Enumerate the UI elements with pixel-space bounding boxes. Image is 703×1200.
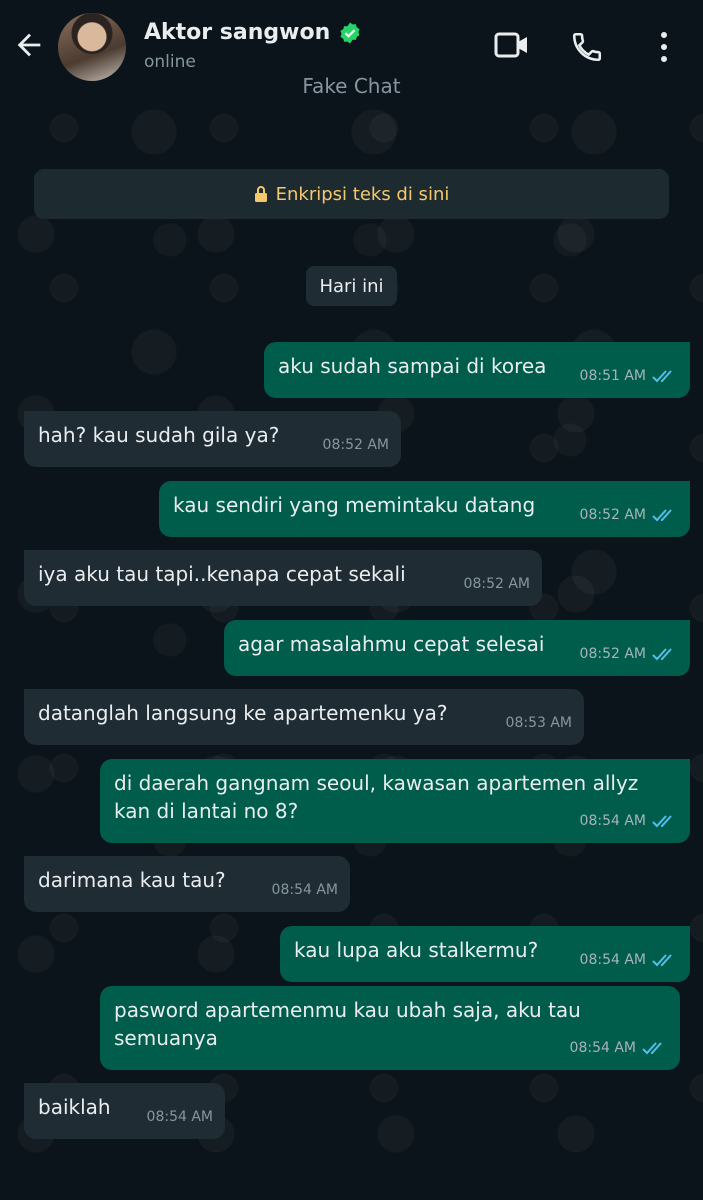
contact-status: online [144, 52, 196, 72]
message-meta: 08:51 AM [580, 362, 678, 390]
message-text: kau lupa aku stalkermu? [294, 938, 539, 962]
read-receipt-icon [642, 1042, 662, 1055]
verified-badge-icon [340, 22, 360, 43]
message-bubble-incoming[interactable]: hah? kau sudah gila ya? 08:52 AM [24, 411, 401, 467]
message-meta: 08:54 AM [580, 946, 678, 974]
message-text: darimana kau tau? [38, 868, 226, 892]
phone-call-icon[interactable] [570, 30, 604, 64]
message-meta: 08:54 AM [147, 1103, 213, 1131]
message-bubble-incoming[interactable]: baiklah 08:54 AM [24, 1083, 225, 1139]
message-time: 08:51 AM [579, 368, 646, 384]
read-receipt-icon [652, 954, 672, 967]
message-bubble-outgoing[interactable]: kau sendiri yang memintaku datang 08:52 … [159, 481, 690, 537]
message-bubble-outgoing[interactable]: pasword apartemenmu kau ubah saja, aku t… [100, 986, 680, 1070]
message-time: 08:52 AM [322, 437, 389, 453]
date-divider: Hari ini [306, 266, 397, 306]
message-meta: 08:52 AM [580, 501, 678, 529]
message-text: iya aku tau tapi..kenapa cepat sekali [38, 562, 406, 586]
lock-icon [254, 186, 267, 202]
message-meta: 08:52 AM [580, 640, 678, 668]
message-text: datanglah langsung ke apartemenku ya? [38, 701, 448, 725]
message-time: 08:53 AM [505, 715, 572, 731]
message-bubble-incoming[interactable]: datanglah langsung ke apartemenku ya? 08… [24, 689, 584, 745]
message-meta: 08:52 AM [464, 570, 530, 598]
message-bubble-incoming[interactable]: darimana kau tau? 08:54 AM [24, 856, 350, 912]
read-receipt-icon [652, 815, 672, 828]
encryption-text: Enkripsi teks di sini [275, 183, 450, 205]
encryption-notice[interactable]: Enkripsi teks di sini [34, 169, 669, 219]
contact-avatar[interactable] [58, 13, 126, 81]
message-text: baiklah [38, 1095, 111, 1119]
contact-name-row[interactable]: Aktor sangwon [144, 20, 362, 45]
contact-name: Aktor sangwon [144, 20, 331, 45]
read-receipt-icon [652, 370, 672, 383]
message-meta: 08:53 AM [506, 709, 572, 737]
message-time: 08:54 AM [569, 1040, 636, 1056]
message-text: agar masalahmu cepat selesai [238, 632, 545, 656]
message-time: 08:54 AM [579, 952, 646, 968]
more-options-icon[interactable] [657, 30, 671, 64]
message-text: kau sendiri yang memintaku datang [173, 493, 536, 517]
message-bubble-outgoing[interactable]: agar masalahmu cepat selesai 08:52 AM [224, 620, 690, 676]
video-call-icon[interactable] [494, 30, 530, 60]
message-meta: 08:54 AM [570, 1034, 668, 1062]
message-text: pasword apartemenmu kau ubah saja, aku t… [114, 998, 581, 1050]
message-time: 08:52 AM [579, 646, 646, 662]
message-time: 08:54 AM [146, 1109, 213, 1125]
message-time: 08:52 AM [463, 576, 530, 592]
message-bubble-outgoing[interactable]: di daerah gangnam seoul, kawasan apartem… [100, 759, 690, 843]
message-bubble-outgoing[interactable]: kau lupa aku stalkermu? 08:54 AM [280, 926, 690, 982]
read-receipt-icon [652, 648, 672, 661]
message-meta: 08:52 AM [323, 431, 389, 459]
message-meta: 08:54 AM [580, 807, 678, 835]
message-time: 08:54 AM [579, 813, 646, 829]
read-receipt-icon [652, 509, 672, 522]
message-bubble-incoming[interactable]: iya aku tau tapi..kenapa cepat sekali 08… [24, 550, 542, 606]
message-bubble-outgoing[interactable]: aku sudah sampai di korea 08:51 AM [264, 342, 690, 398]
watermark-text: Fake Chat [302, 74, 401, 98]
message-text: hah? kau sudah gila ya? [38, 423, 280, 447]
message-text: aku sudah sampai di korea [278, 354, 547, 378]
back-arrow-icon[interactable] [12, 28, 46, 62]
message-time: 08:52 AM [579, 507, 646, 523]
message-time: 08:54 AM [271, 882, 338, 898]
message-meta: 08:54 AM [272, 876, 338, 904]
